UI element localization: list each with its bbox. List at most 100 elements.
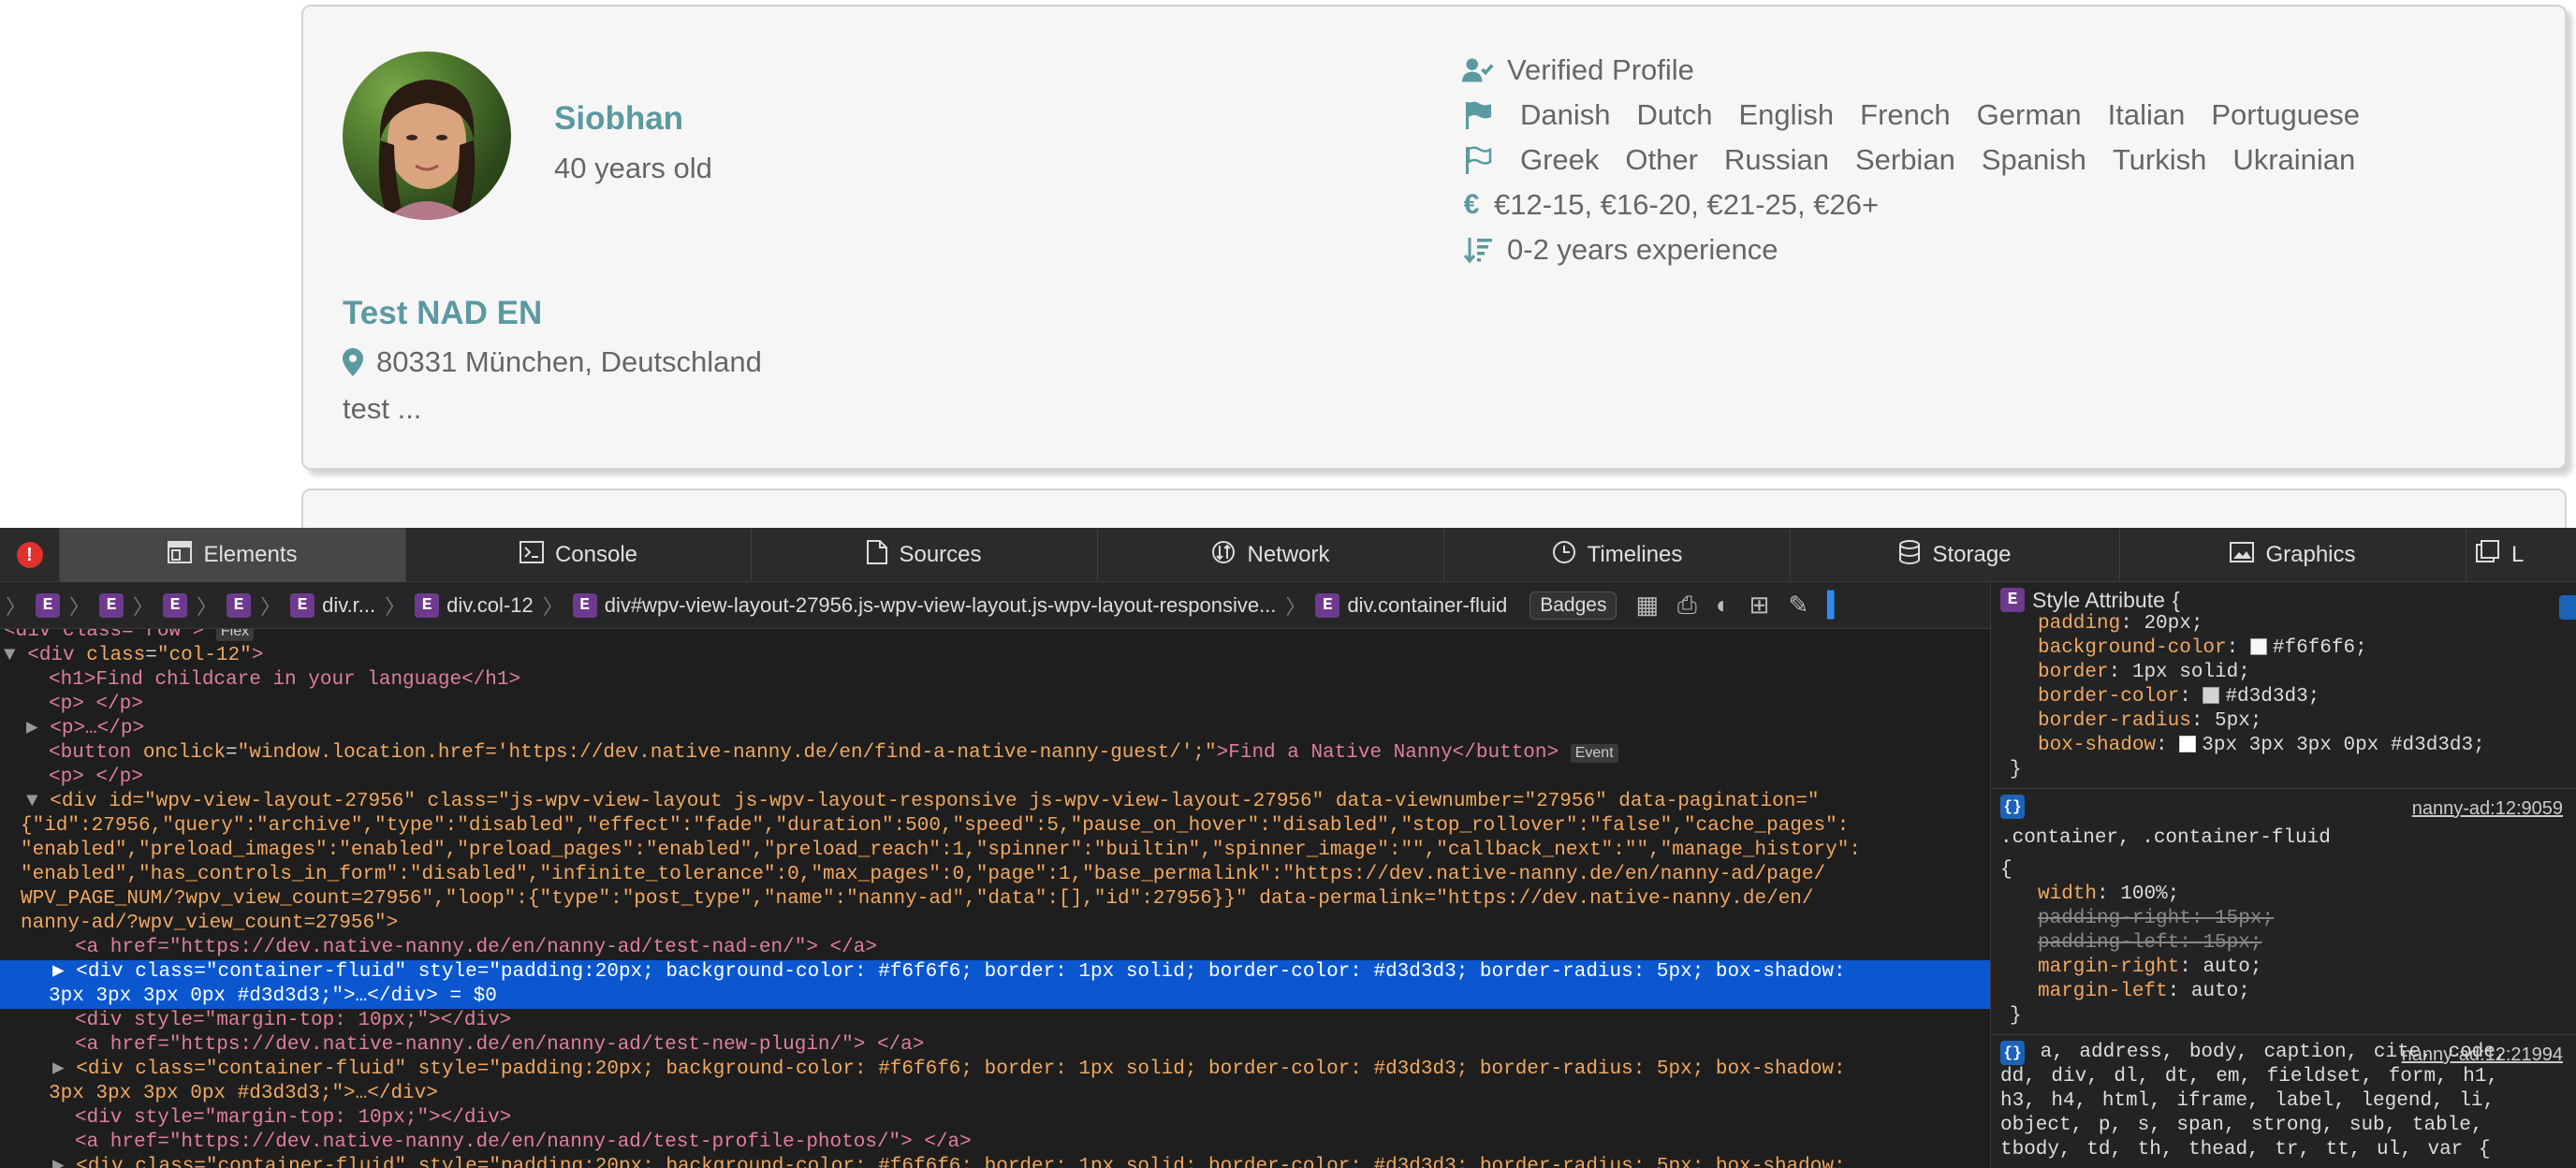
color-swatch[interactable]: [2249, 638, 2267, 656]
print-icon[interactable]: ⎙: [1677, 591, 1697, 620]
style-attribute-rule[interactable]: E Style Attribute { padding: 20px; backgro…: [1991, 582, 2576, 789]
dom-line[interactable]: <h1>Find childcare in your language</h1>: [0, 668, 1990, 693]
container-rule[interactable]: {} .container, .container-fluid { nanny-ad…: [1991, 789, 2576, 1035]
disclosure-closed-icon[interactable]: ▶: [52, 1058, 76, 1080]
dom-line[interactable]: <a href="https://dev.native-nanny.de/en/…: [0, 936, 1990, 960]
element-badge-icon: E: [99, 592, 124, 618]
user-check-icon: [1462, 56, 1494, 84]
appearance-icon[interactable]: ◐: [1716, 591, 1731, 620]
breadcrumb-separator: 〉: [133, 594, 154, 619]
event-badge[interactable]: Event: [1570, 744, 1618, 763]
dom-line[interactable]: <div class="row"> Flex: [0, 629, 1990, 644]
tab-sources[interactable]: Sources: [752, 528, 1098, 582]
ad-title-link[interactable]: Test NAD EN: [343, 295, 542, 332]
dom-line[interactable]: <div style="margin-top: 10px;"></div>: [0, 1106, 1990, 1131]
rule-source-link[interactable]: nanny-ad:12:9059: [2412, 796, 2563, 821]
dom-line[interactable]: "enabled","preload_images":"enabled","pr…: [0, 839, 1990, 863]
tab-timelines[interactable]: Timelines: [1444, 528, 1791, 582]
paint-brush-icon[interactable]: ✎: [1788, 591, 1808, 620]
dom-line[interactable]: <a href="https://dev.native-nanny.de/en/…: [0, 1131, 1990, 1155]
dom-line[interactable]: <a href="https://dev.native-nanny.de/en/…: [0, 1033, 1990, 1058]
css-prop-name: padding-left: [2038, 932, 2180, 954]
breadcrumb-element-2[interactable]: E: [90, 592, 133, 618]
nanny-name[interactable]: Siobhan: [554, 100, 683, 138]
dom-attr-value: "window.location.href='https://dev.nativ…: [237, 742, 1217, 764]
color-swatch[interactable]: [2203, 687, 2220, 705]
nanny-ad-card[interactable]: Siobhan 40 years old Test NAD EN 80331 M…: [301, 5, 2567, 470]
dom-line[interactable]: ▼ <div class="col-12">: [0, 644, 1990, 668]
tab-graphics[interactable]: Graphics: [2120, 528, 2466, 582]
css-property[interactable]: width: 100%;: [2000, 883, 2567, 907]
dom-line-selected-cont[interactable]: 3px 3px 3px 0px #d3d3d3;">…</div> = $0: [0, 985, 1990, 1009]
dom-line[interactable]: {"id":27956,"query":"archive","type":"di…: [0, 814, 1990, 839]
brace-open: {: [2172, 588, 2180, 612]
breadcrumb-element-1[interactable]: E: [26, 592, 69, 618]
disclosure-open-icon[interactable]: ▼: [26, 791, 50, 812]
sidebar-panel-tab[interactable]: [2559, 595, 2576, 620]
nanny-ad-card-next[interactable]: [301, 489, 2567, 528]
dom-line[interactable]: ▼ <div id="wpv-view-layout-27956" class=…: [0, 790, 1990, 814]
css-property[interactable]: border: 1px solid;: [2000, 661, 2567, 685]
tab-storage[interactable]: Storage: [1791, 528, 2120, 582]
error-indicator[interactable]: !: [0, 528, 60, 582]
breadcrumb-div-col[interactable]: Ediv.col-12: [405, 592, 543, 618]
dom-line-selected[interactable]: ▶ <div class="container-fluid" style="pa…: [0, 960, 1990, 985]
css-property-overridden[interactable]: padding-right: 15px;: [2000, 907, 2567, 931]
shadow-swatch[interactable]: [2179, 736, 2197, 753]
language-native-2: English: [1738, 98, 1835, 131]
dom-line[interactable]: ▶ <div class="container-fluid" style="pa…: [0, 1155, 1990, 1168]
styles-sidebar[interactable]: E Style Attribute { padding: 20px; backgro…: [1990, 582, 2576, 1168]
breadcrumb-element-4[interactable]: E: [217, 592, 260, 618]
css-property[interactable]: border-radius: 5px;: [2000, 709, 2567, 734]
dom-line[interactable]: <p> </p>: [0, 766, 1990, 790]
profile-photo[interactable]: [343, 51, 511, 220]
breadcrumb-label: div#wpv-view-layout-27956.js-wpv-view-la…: [604, 592, 1277, 617]
css-prop-value: auto;: [2203, 956, 2262, 978]
disclosure-closed-icon[interactable]: ▶: [52, 1156, 76, 1168]
disclosure-closed-icon[interactable]: ▶: [52, 961, 76, 983]
tab-console[interactable]: Console: [406, 528, 752, 582]
dom-tag: <div: [27, 645, 87, 666]
breadcrumb-div-row[interactable]: Ediv.r...: [281, 592, 385, 618]
grid-overlay-icon[interactable]: ⊞: [1749, 591, 1770, 620]
css-property[interactable]: padding: 20px;: [2000, 612, 2567, 636]
tab-layers[interactable]: L: [2466, 528, 2576, 582]
dom-line[interactable]: 3px 3px 3px 0px #d3d3d3;">…</div>: [0, 1082, 1990, 1106]
css-property[interactable]: box-shadow: 3px 3px 3px 0px #d3d3d3;: [2000, 734, 2567, 758]
breadcrumb-div-container-fluid[interactable]: Ediv.container-fluid: [1306, 592, 1516, 618]
disclosure-open-icon[interactable]: ▼: [4, 645, 27, 666]
dom-line[interactable]: ▶ <p>…</p>: [0, 717, 1990, 741]
layout-grid-icon[interactable]: ▦: [1635, 591, 1659, 620]
dom-line[interactable]: <button onclick="window.location.href='h…: [0, 741, 1990, 766]
css-property[interactable]: border-color: #d3d3d3;: [2000, 685, 2567, 709]
reset-rule[interactable]: nanny-ad:12:21994 {} a, address, body, c…: [1991, 1035, 2576, 1168]
language-other-1: Other: [1625, 143, 1698, 176]
breadcrumb-div-view-layout[interactable]: Ediv#wpv-view-layout-27956.js-wpv-view-l…: [564, 592, 1286, 618]
css-property[interactable]: margin-left: auto;: [2000, 980, 2567, 1004]
breadcrumb-element-3[interactable]: E: [154, 592, 197, 618]
dom-line[interactable]: ▶ <div class="container-fluid" style="pa…: [0, 1058, 1990, 1082]
error-icon: !: [16, 542, 43, 568]
css-property[interactable]: margin-right: auto;: [2000, 956, 2567, 980]
dom-tree[interactable]: <div class="row"> Flex ▼ <div class="col…: [0, 629, 1990, 1168]
css-property[interactable]: background-color: #f6f6f6;: [2000, 636, 2567, 661]
css-property-overridden[interactable]: padding-left: 15px;: [2000, 931, 2567, 956]
flex-badge[interactable]: Flex: [215, 629, 255, 641]
dom-line[interactable]: nanny-ad/?wpv_view_count=27956">: [0, 912, 1990, 936]
dom-tag-close: >Find a Native Nanny</button>: [1216, 742, 1559, 764]
dom-line[interactable]: <div style="margin-top: 10px;"></div>: [0, 1009, 1990, 1033]
tab-elements[interactable]: Elements: [60, 528, 406, 582]
dom-line[interactable]: <p> </p>: [0, 693, 1990, 717]
rule-source-link[interactable]: nanny-ad:12:21994: [2402, 1043, 2563, 1067]
language-other-3: Serbian: [1854, 143, 1955, 176]
disclosure-closed-icon[interactable]: ▶: [26, 718, 50, 739]
dom-line[interactable]: WPV_PAGE_NUM/?wpv_view_count=27956","loo…: [0, 887, 1990, 912]
dom-line-text: <div class="container-fluid" style="padd…: [76, 1156, 1846, 1168]
dom-line[interactable]: "enabled","has_controls_in_form":"disabl…: [0, 863, 1990, 887]
tab-network[interactable]: Network: [1098, 528, 1444, 582]
inspector-tab-bar: ! Elements Console Sources Network Timel…: [0, 528, 2576, 582]
sidebar-toggle-icon[interactable]: ▍: [1827, 591, 1846, 620]
badges-button[interactable]: Badges: [1530, 591, 1617, 620]
breadcrumb-separator: 〉: [69, 594, 91, 619]
web-inspector: ! Elements Console Sources Network Timel…: [0, 528, 2576, 1168]
